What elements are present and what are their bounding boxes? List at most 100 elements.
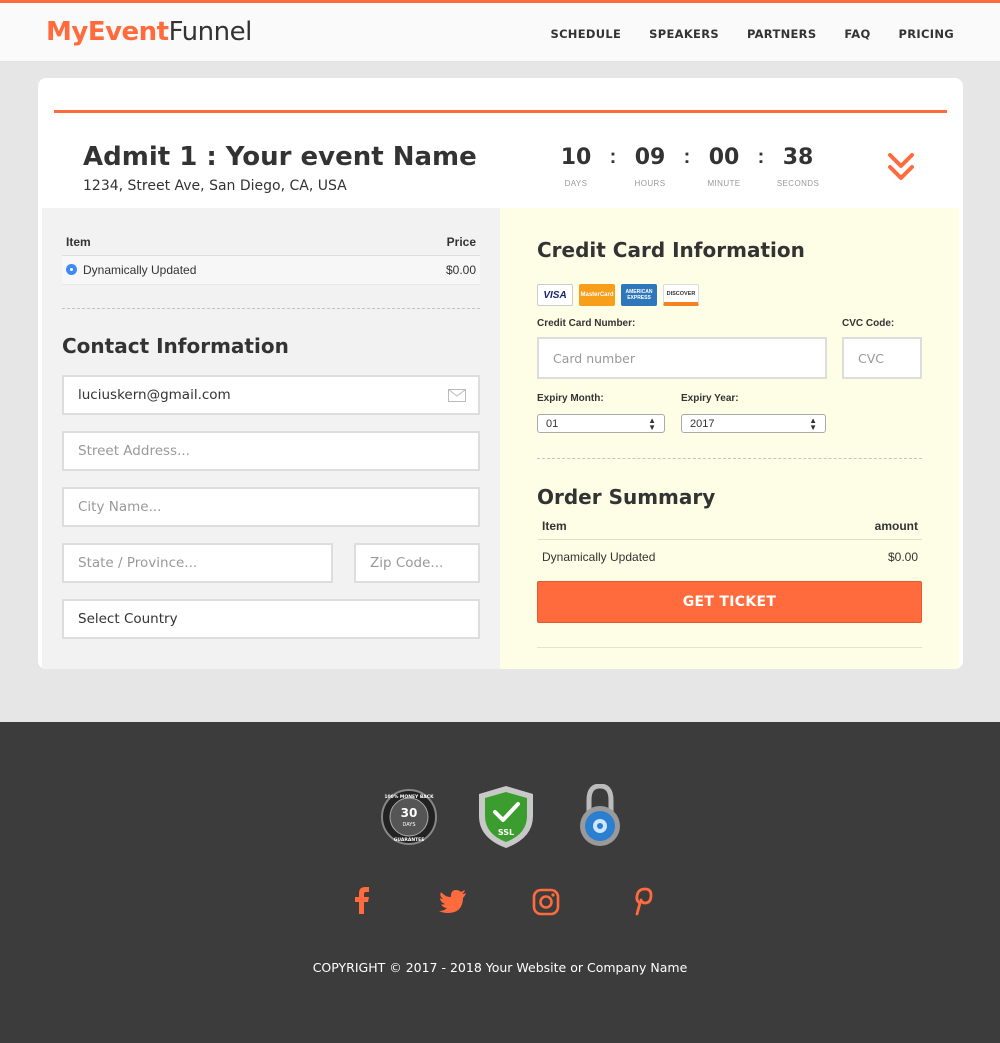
card-accent-rule	[54, 110, 947, 113]
expiry-month-label: Expiry Month:	[537, 393, 604, 404]
amex-logo-icon: AMERICAN EXPRESS	[621, 284, 657, 306]
items-table-header: Item Price	[62, 230, 480, 256]
money-back-days-number: 30	[401, 806, 418, 820]
payment-section-title: Credit Card Information	[537, 238, 805, 262]
street-address-input[interactable]: Street Address...	[62, 431, 480, 471]
padlock-badge	[580, 784, 620, 846]
event-title: Admit 1 : Your event Name	[83, 142, 477, 172]
email-field[interactable]: luciuskern@gmail.com	[62, 375, 480, 415]
event-address: 1234, Street Ave, San Diego, CA, USA	[83, 178, 347, 194]
site-logo[interactable]: MyEventFunnel	[46, 17, 252, 47]
email-field-value: luciuskern@gmail.com	[78, 387, 231, 403]
countdown-seconds: 38 SECONDS	[772, 145, 824, 188]
money-back-guarantee-badge: 30 DAYS 100% MONEY BACK GUARANTEE	[381, 789, 437, 845]
item-price: $0.00	[445, 263, 476, 277]
contact-section-title: Contact Information	[62, 334, 289, 358]
mastercard-logo-icon: MasterCard	[579, 284, 615, 306]
dashed-divider	[62, 308, 480, 309]
nav-link-pricing[interactable]: PRICING	[899, 27, 954, 41]
order-table-header: Item amount	[538, 514, 922, 540]
expiry-month-select[interactable]: 01 ▲ ▼	[537, 414, 665, 433]
nav-link-speakers[interactable]: SPEAKERS	[649, 27, 719, 41]
site-footer: 30 DAYS 100% MONEY BACK GUARANTEE SSL CO…	[0, 722, 1000, 1043]
expiry-year-select[interactable]: 2017 ▲ ▼	[681, 414, 826, 433]
order-col-item: Item	[542, 519, 567, 533]
checkout-card: Admit 1 : Your event Name 1234, Street A…	[38, 78, 963, 669]
divider	[537, 647, 922, 648]
order-summary-title: Order Summary	[537, 485, 716, 509]
money-back-days-word: DAYS	[402, 822, 415, 828]
countdown-hours: 09 HOURS	[624, 145, 676, 188]
logo-text-secondary: Funnel	[168, 17, 253, 47]
ssl-shield-badge: SSL	[479, 786, 533, 848]
double-chevron-down-icon[interactable]	[886, 151, 916, 183]
order-item-name: Dynamically Updated	[542, 550, 656, 564]
twitter-icon[interactable]	[439, 890, 466, 913]
items-table: Item Price Dynamically Updated $0.00	[62, 230, 480, 285]
card-brand-logos: VISA MasterCard AMERICAN EXPRESS DISCOVE…	[537, 284, 699, 306]
radio-selected-icon[interactable]	[66, 264, 77, 275]
cvc-input[interactable]: CVC	[842, 337, 922, 379]
city-input[interactable]: City Name...	[62, 487, 480, 527]
cvc-label: CVC Code:	[842, 318, 895, 329]
payment-column: Credit Card Information VISA MasterCard …	[500, 208, 959, 669]
countdown-minutes: 00 MINUTE	[698, 145, 750, 188]
countdown-hours-label: HOURS	[634, 179, 666, 188]
countdown-days-value: 10	[560, 145, 592, 170]
countdown-timer: 10 DAYS : 09 HOURS : 00 MINUTE : 38 SECO…	[550, 145, 824, 188]
zip-placeholder: Zip Code...	[370, 555, 444, 571]
table-row: Dynamically Updated $0.00	[538, 540, 922, 574]
country-select-value: Select Country	[78, 611, 178, 627]
pinterest-icon[interactable]	[635, 887, 653, 916]
state-input[interactable]: State / Province...	[62, 543, 333, 583]
countdown-separator: :	[757, 146, 765, 168]
card-number-placeholder: Card number	[553, 350, 636, 366]
table-row[interactable]: Dynamically Updated $0.00	[62, 256, 480, 285]
envelope-icon	[448, 389, 466, 402]
zip-input[interactable]: Zip Code...	[354, 543, 480, 583]
contact-column: Item Price Dynamically Updated $0.00 Con…	[42, 208, 500, 669]
state-placeholder: State / Province...	[78, 555, 198, 571]
countdown-seconds-value: 38	[782, 145, 814, 170]
card-number-label: Credit Card Number:	[537, 318, 636, 329]
nav-link-faq[interactable]: FAQ	[844, 27, 870, 41]
cvc-placeholder: CVC	[858, 350, 885, 366]
countdown-days-label: DAYS	[564, 179, 588, 188]
top-navigation-bar: MyEventFunnel SCHEDULE SPEAKERS PARTNERS…	[0, 0, 1000, 62]
copyright-text: COPYRIGHT © 2017 - 2018 Your Website or …	[312, 960, 688, 975]
countdown-minutes-value: 00	[708, 145, 740, 170]
nav-link-schedule[interactable]: SCHEDULE	[550, 27, 621, 41]
visa-logo-icon: VISA	[537, 284, 573, 306]
country-select[interactable]: Select Country	[62, 599, 480, 639]
trust-badges: 30 DAYS 100% MONEY BACK GUARANTEE SSL	[381, 784, 620, 848]
items-col-price: Price	[446, 235, 476, 249]
countdown-days: 10 DAYS	[550, 145, 602, 188]
get-ticket-button[interactable]: GET TICKET	[537, 581, 922, 623]
social-links	[355, 887, 653, 916]
discover-logo-icon: DISCOVER	[663, 284, 699, 306]
order-summary-table: Item amount Dynamically Updated $0.00	[538, 514, 922, 574]
card-number-input[interactable]: Card number	[537, 337, 827, 379]
nav-link-partners[interactable]: PARTNERS	[747, 27, 816, 41]
instagram-icon[interactable]	[532, 888, 560, 916]
countdown-separator: :	[609, 146, 617, 168]
expiry-month-value: 01	[546, 417, 559, 430]
street-address-placeholder: Street Address...	[78, 443, 190, 459]
money-back-top-text: 100% MONEY BACK	[384, 794, 434, 800]
dashed-divider	[537, 458, 922, 459]
logo-text-primary: MyEvent	[46, 17, 169, 47]
order-col-amount: amount	[874, 519, 918, 533]
countdown-hours-value: 09	[634, 145, 666, 170]
countdown-minutes-label: MINUTE	[707, 179, 741, 188]
select-arrows-icon: ▲ ▼	[648, 415, 656, 432]
money-back-bottom-text: GUARANTEE	[394, 837, 425, 843]
expiry-year-label: Expiry Year:	[681, 393, 739, 404]
ssl-badge-text: SSL	[498, 828, 514, 837]
items-col-item: Item	[66, 235, 91, 249]
item-name-cell: Dynamically Updated	[66, 263, 196, 277]
facebook-icon[interactable]	[355, 887, 369, 914]
city-placeholder: City Name...	[78, 499, 162, 515]
expiry-year-value: 2017	[690, 417, 715, 430]
countdown-separator: :	[683, 146, 691, 168]
main-nav: SCHEDULE SPEAKERS PARTNERS FAQ PRICING	[550, 27, 954, 41]
